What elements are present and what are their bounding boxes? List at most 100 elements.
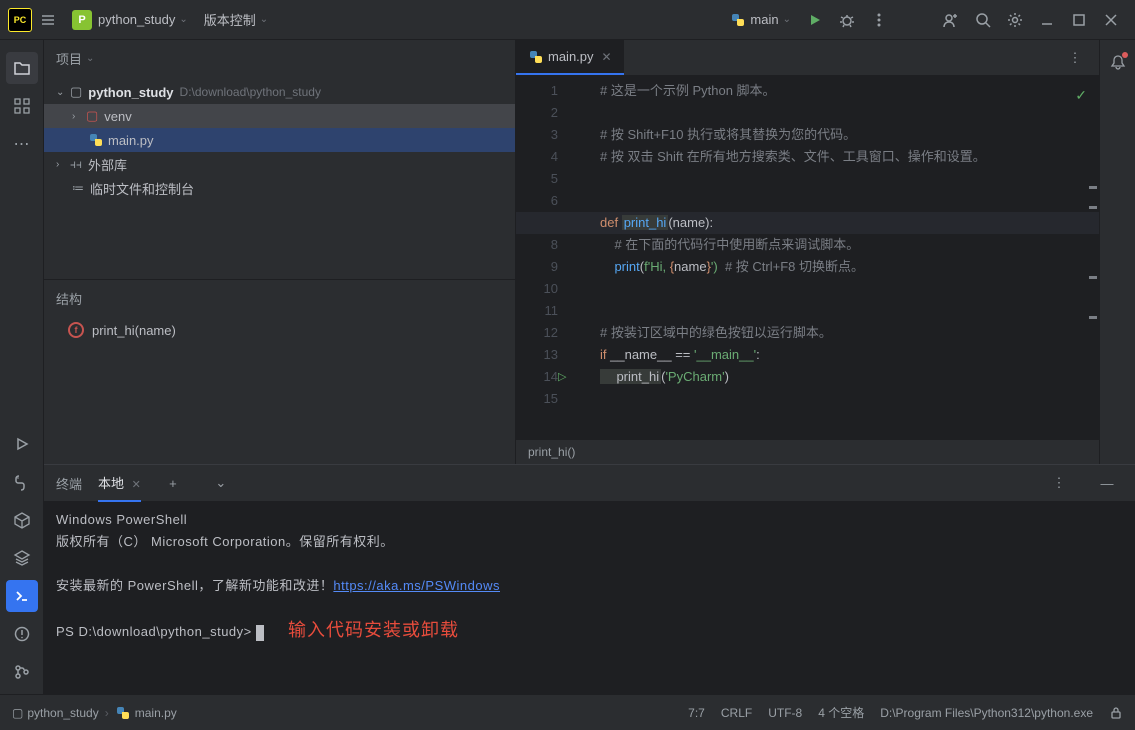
main-menu-button[interactable] — [34, 6, 62, 34]
terminal-tab-label[interactable]: 终端 — [56, 466, 82, 501]
terminal-body[interactable]: Windows PowerShell 版权所有（C） Microsoft Cor… — [44, 501, 1135, 694]
indent-setting[interactable]: 4 个空格 — [818, 704, 864, 721]
settings-button[interactable] — [1001, 6, 1029, 34]
top-panels: 项目 ⌄ ⌄ ▢ python_study D:\download\python… — [44, 40, 1135, 464]
chevron-right-icon: › — [105, 706, 109, 720]
tree-root[interactable]: ⌄ ▢ python_study D:\download\python_stud… — [44, 80, 515, 104]
python-icon — [115, 705, 131, 721]
structure-item[interactable]: f print_hi(name) — [44, 316, 515, 344]
close-icon[interactable]: ✕ — [602, 50, 612, 64]
editor-breadcrumb[interactable]: print_hi() — [516, 440, 1099, 464]
close-icon[interactable]: ✕ — [132, 479, 141, 491]
structure-tool-button[interactable] — [6, 90, 38, 122]
check-icon[interactable]: ✓ — [1075, 84, 1087, 106]
left-toolbar: ⋯ — [0, 40, 44, 694]
chevron-down-icon: ⌄ — [86, 53, 94, 64]
lock-icon[interactable] — [1109, 706, 1123, 720]
panel-area: 项目 ⌄ ⌄ ▢ python_study D:\download\python… — [44, 40, 1135, 694]
tree-root-name: python_study — [88, 85, 173, 100]
tab-name: main.py — [548, 49, 594, 64]
project-header-label: 项目 — [56, 49, 82, 68]
search-button[interactable] — [969, 6, 997, 34]
project-badge-icon: P — [72, 10, 92, 30]
file-encoding[interactable]: UTF-8 — [768, 706, 802, 720]
statusbar-breadcrumb[interactable]: ▢ python_study › main.py — [12, 705, 177, 721]
folder-icon: ▢ — [70, 84, 82, 100]
terminal-prompt-line: PS D:\download\python_study> 输入代码安装或卸载 — [56, 619, 1123, 643]
editor: main.py ✕ ⋮ 123456 1个用法 789101112131415 … — [516, 40, 1099, 464]
close-button[interactable] — [1097, 6, 1125, 34]
python-icon — [528, 49, 544, 65]
chevron-down-icon: ⌄ — [783, 14, 791, 25]
gutter-run-icon[interactable]: ▷ — [558, 366, 566, 388]
run-button[interactable] — [801, 6, 829, 34]
terminal-prompt: PS D:\download\python_study> — [56, 624, 256, 639]
tree-item-label: venv — [104, 109, 131, 124]
tree-item-label: 外部库 — [88, 155, 127, 174]
terminal-options-button[interactable]: ⋮ — [1045, 469, 1073, 497]
interpreter[interactable]: D:\Program Files\Python312\python.exe — [880, 706, 1093, 720]
collapse-icon: › — [72, 111, 86, 122]
expand-icon: ⌄ — [56, 87, 70, 98]
python-icon — [88, 132, 104, 148]
hide-terminal-button[interactable]: — — [1093, 469, 1121, 497]
debug-button[interactable] — [833, 6, 861, 34]
terminal-line: 版权所有（C） Microsoft Corporation。保留所有权利。 — [56, 531, 1123, 553]
code-with-me-button[interactable] — [937, 6, 965, 34]
python-packages-button[interactable] — [6, 504, 38, 536]
structure-panel-header[interactable]: 结构 — [44, 280, 515, 316]
code-content[interactable]: ✓ # 这是一个示例 Python 脚本。 # 按 Shift+F10 执行或将… — [576, 76, 1099, 440]
vcs-tool-button[interactable] — [6, 656, 38, 688]
tree-item-venv[interactable]: › ▢ venv — [44, 104, 515, 128]
pycharm-logo: PC — [8, 8, 32, 32]
tree-item-scratches[interactable]: ≔ 临时文件和控制台 — [44, 176, 515, 200]
cursor-position[interactable]: 7:7 — [688, 706, 705, 720]
tree-item-label: main.py — [108, 133, 154, 148]
vcs-label: 版本控制 — [204, 10, 256, 29]
titlebar: PC P python_study ⌄ 版本控制 ⌄ main ⌄ — [0, 0, 1135, 40]
crumb-file: main.py — [135, 706, 177, 720]
more-tools-button[interactable]: ⋯ — [6, 128, 38, 160]
services-button[interactable] — [6, 542, 38, 574]
terminal-tab-local[interactable]: 本地 ✕ — [98, 465, 141, 502]
editor-tabs: main.py ✕ ⋮ — [516, 40, 1099, 76]
run-config-name: main — [750, 12, 778, 27]
structure-header-label: 结构 — [56, 289, 82, 308]
structure-item-label: print_hi(name) — [92, 323, 176, 338]
terminal-tab-local-label: 本地 — [98, 476, 124, 491]
main-area: ⋯ 项目 ⌄ ⌄ ▢ python_study D:\download — [0, 40, 1135, 694]
code-area[interactable]: 123456 1个用法 789101112131415 ▷ ✓ # 这是一个示例… — [516, 76, 1099, 440]
vcs-dropdown[interactable]: 版本控制 ⌄ — [196, 6, 276, 33]
tree-root-path: D:\download\python_study — [180, 85, 321, 99]
tree-item-main[interactable]: main.py — [44, 128, 515, 152]
run-config-dropdown[interactable]: main ⌄ — [722, 8, 799, 32]
new-terminal-button[interactable]: + — [159, 469, 187, 497]
problems-button[interactable] — [6, 618, 38, 650]
project-panel-header[interactable]: 项目 ⌄ — [44, 40, 515, 76]
tab-more-button[interactable]: ⋮ — [1061, 44, 1089, 72]
terminal-line: 安装最新的 PowerShell，了解新功能和改进！https://aka.ms… — [56, 575, 1123, 597]
tree-item-external[interactable]: › ⫞⫞ 外部库 — [44, 152, 515, 176]
project-name: python_study — [98, 12, 175, 27]
minimize-button[interactable] — [1033, 6, 1061, 34]
project-tool-button[interactable] — [6, 52, 38, 84]
notifications-button[interactable] — [1110, 54, 1126, 70]
breadcrumb-text: print_hi() — [528, 445, 575, 459]
tree-item-label: 临时文件和控制台 — [90, 179, 194, 198]
editor-tab[interactable]: main.py ✕ — [516, 40, 624, 75]
project-panel: 项目 ⌄ ⌄ ▢ python_study D:\download\python… — [44, 40, 516, 464]
python-icon — [730, 12, 746, 28]
python-console-button[interactable] — [6, 466, 38, 498]
library-icon: ⫞⫞ — [70, 157, 82, 172]
maximize-button[interactable] — [1065, 6, 1093, 34]
annotation-text: 输入代码安装或卸载 — [288, 620, 459, 640]
statusbar: ▢ python_study › main.py 7:7 CRLF UTF-8 … — [0, 694, 1135, 730]
project-dropdown[interactable]: P python_study ⌄ — [64, 6, 196, 34]
terminal-dropdown-button[interactable]: ⌄ — [207, 469, 235, 497]
terminal-link[interactable]: https://aka.ms/PSWindows — [333, 578, 500, 593]
terminal-tool-button[interactable] — [6, 580, 38, 612]
line-separator[interactable]: CRLF — [721, 706, 752, 720]
run-tool-button[interactable] — [6, 428, 38, 460]
minimap[interactable] — [1087, 76, 1099, 440]
more-button[interactable] — [865, 6, 893, 34]
